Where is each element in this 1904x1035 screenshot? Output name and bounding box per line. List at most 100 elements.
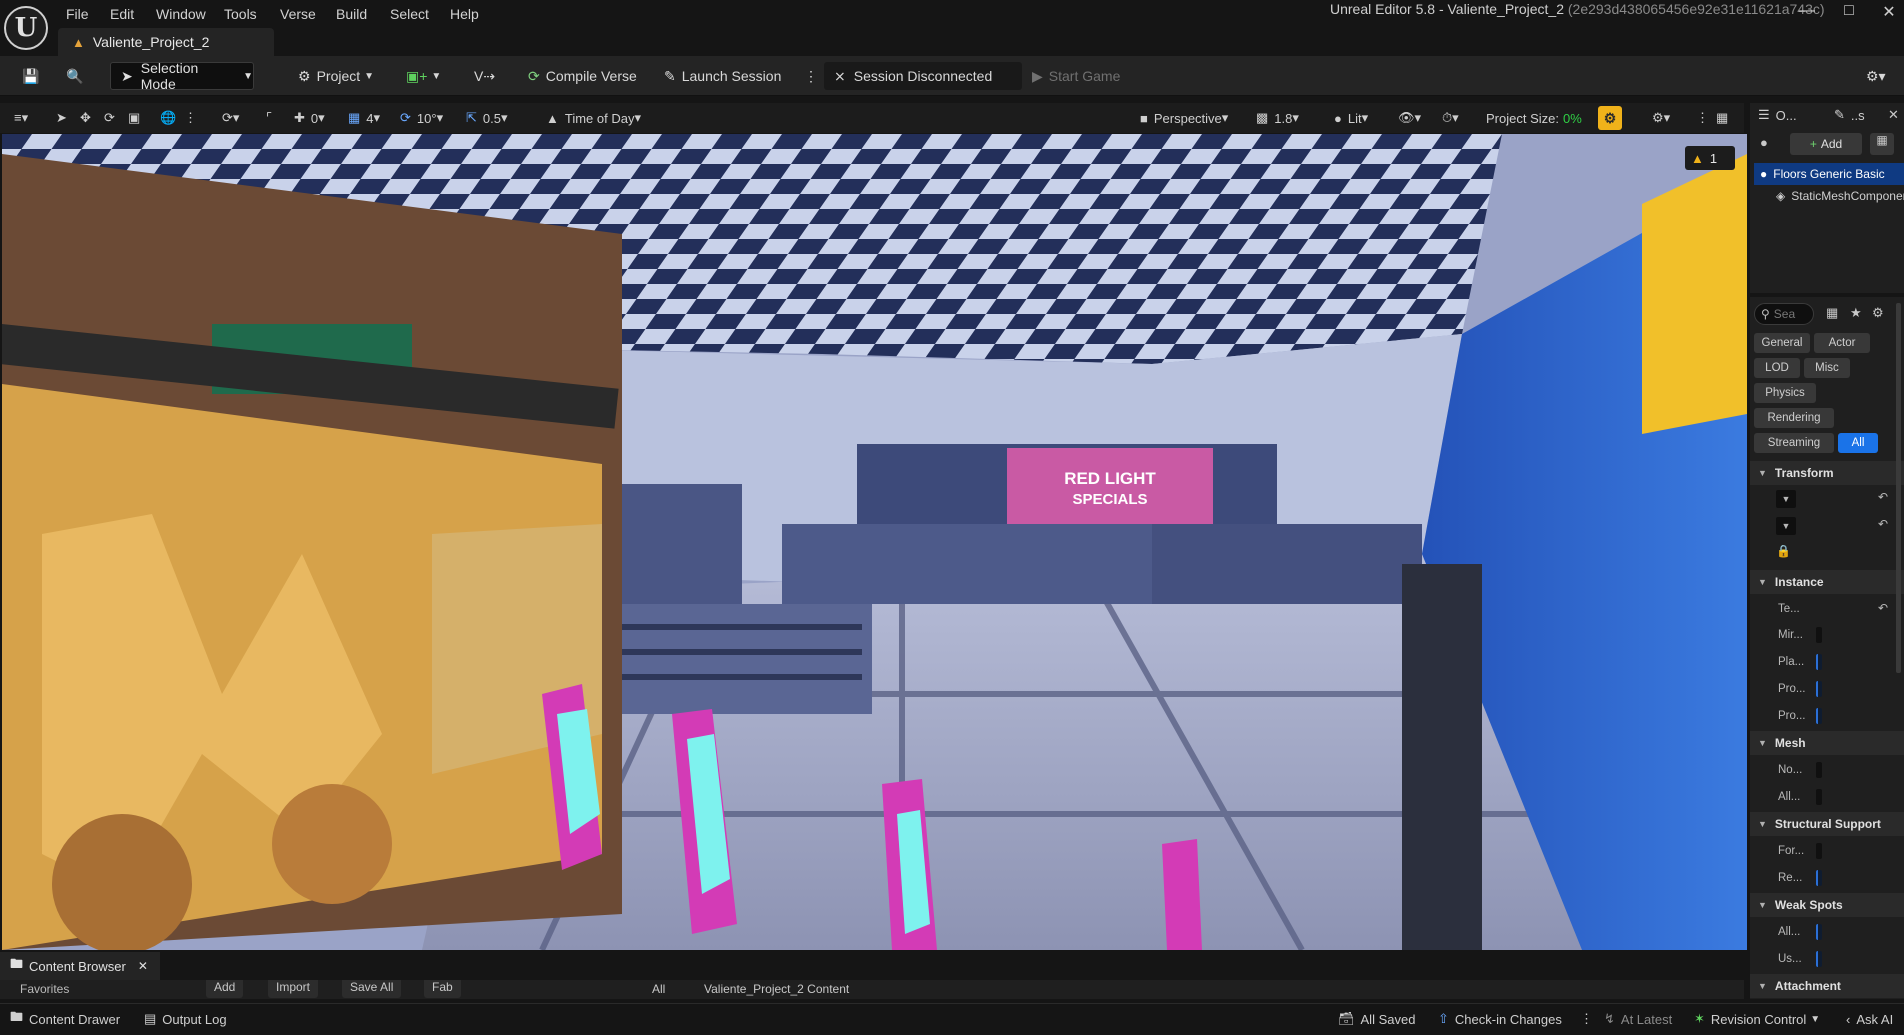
reset-icon[interactable]: ↶: [1878, 601, 1888, 615]
unreal-logo-icon[interactable]: U: [4, 6, 48, 50]
at-latest-indicator[interactable]: ↯ At Latest: [1604, 1009, 1672, 1029]
close-window-icon[interactable]: ✕: [1874, 2, 1904, 24]
align-icon[interactable]: ⌜: [266, 107, 272, 129]
cb-fab-button[interactable]: Fab: [424, 980, 461, 998]
outliner-item-selected[interactable]: ● Floors Generic Basic: [1754, 163, 1904, 185]
translate-snap-dropdown[interactable]: ✚ 0 ▾: [294, 107, 325, 129]
checkbox[interactable]: [1816, 681, 1822, 697]
selection-mode-dropdown[interactable]: ➤ Selection Mode ▼: [110, 60, 254, 92]
structural-row[interactable]: Re...: [1750, 865, 1904, 891]
path-root[interactable]: All: [652, 982, 665, 996]
close-icon[interactable]: ✕: [138, 959, 148, 973]
filter-rendering[interactable]: Rendering: [1754, 408, 1834, 428]
outliner-tab[interactable]: ☰ O...: [1758, 107, 1797, 123]
project-dropdown[interactable]: ⚙ Project ▼: [290, 62, 382, 90]
menu-help[interactable]: Help: [446, 4, 483, 24]
value-field[interactable]: [1816, 789, 1822, 805]
ask-ai-button[interactable]: ‹ Ask AI: [1846, 1009, 1893, 1029]
instance-row[interactable]: Pro...: [1750, 703, 1904, 729]
structural-row[interactable]: For...: [1750, 838, 1904, 864]
weak-spots-row[interactable]: Us...: [1750, 946, 1904, 972]
star-icon[interactable]: ★: [1850, 305, 1862, 321]
verse-icon[interactable]: V⇢: [466, 62, 503, 90]
menu-edit[interactable]: Edit: [106, 4, 138, 24]
scale-tool-icon[interactable]: ▣: [128, 107, 140, 129]
more-icon[interactable]: ⋮: [1580, 1009, 1593, 1029]
filter-lod[interactable]: LOD: [1754, 358, 1800, 378]
revision-control-dropdown[interactable]: ✶ Revision Control ▼: [1694, 1009, 1820, 1029]
mesh-row[interactable]: All...: [1750, 784, 1904, 810]
view-mode-dropdown[interactable]: ● Lit ▾: [1334, 107, 1368, 129]
cb-add-button[interactable]: Add: [206, 980, 244, 998]
filter-streaming[interactable]: Streaming: [1754, 433, 1834, 453]
instance-row[interactable]: Mir...: [1750, 622, 1904, 648]
show-flags-dropdown[interactable]: 👁 ▾: [1398, 107, 1421, 129]
value-field[interactable]: [1816, 762, 1822, 778]
viewport-warning-badge[interactable]: ▲ 1: [1685, 146, 1735, 170]
viewport-options-icon[interactable]: ⋮: [1696, 107, 1709, 129]
section-instance[interactable]: ▼ Instance: [1750, 570, 1904, 594]
rotate-snap-dropdown[interactable]: ⟳ 10° ▾: [400, 107, 443, 129]
filter-all[interactable]: All: [1838, 433, 1878, 453]
weak-spots-row[interactable]: All...: [1750, 919, 1904, 945]
path-project[interactable]: Valiente_Project_2 Content: [704, 982, 849, 996]
maximize-icon[interactable]: □: [1834, 2, 1864, 24]
chevron-down-icon[interactable]: ▼: [1776, 517, 1796, 535]
transform-location-row[interactable]: ▼ ↶: [1750, 487, 1904, 513]
value-field[interactable]: [1816, 843, 1822, 859]
reset-icon[interactable]: ↶: [1878, 490, 1888, 504]
performance-dropdown[interactable]: ⏱ ▾: [1442, 107, 1459, 129]
compile-verse-button[interactable]: ⟳ Compile Verse: [520, 62, 645, 90]
filter-actor[interactable]: Actor: [1814, 333, 1870, 353]
camera-speed-dropdown[interactable]: ▩ 1.8 ▾: [1256, 107, 1299, 129]
section-attachment[interactable]: ▼ Attachment: [1750, 974, 1904, 998]
menu-tools[interactable]: Tools: [220, 4, 261, 24]
details-scrollbar[interactable]: [1896, 303, 1901, 673]
tree-options-icon[interactable]: ▦: [1870, 133, 1894, 155]
lock-icon[interactable]: 🔒: [1776, 544, 1791, 558]
favorites-label[interactable]: Favorites: [20, 982, 69, 996]
viewport-settings-icon[interactable]: ⚙▾: [1652, 107, 1670, 129]
outliner-item[interactable]: ◈ StaticMeshComponent: [1776, 185, 1904, 207]
menu-select[interactable]: Select: [386, 4, 433, 24]
actor-filter-icon[interactable]: ●: [1760, 135, 1768, 150]
section-structural-support[interactable]: ▼ Structural Support: [1750, 812, 1904, 836]
surface-snap-icon[interactable]: ⟳▾: [222, 107, 239, 129]
table-view-icon[interactable]: ▦: [1826, 305, 1838, 321]
check-in-button[interactable]: ⇧ Check-in Changes: [1438, 1009, 1562, 1029]
cb-import-button[interactable]: Import: [268, 980, 319, 998]
section-weak-spots[interactable]: ▼ Weak Spots: [1750, 893, 1904, 917]
mesh-row[interactable]: No...: [1750, 757, 1904, 783]
menu-file[interactable]: File: [62, 4, 93, 24]
perspective-dropdown[interactable]: ■ Perspective ▾: [1140, 107, 1228, 129]
all-saved-indicator[interactable]: 🗃 All Saved: [1338, 1009, 1415, 1029]
time-of-day-dropdown[interactable]: ▲ Time of Day ▾: [546, 107, 641, 129]
details-tab[interactable]: ✎ ..s: [1834, 107, 1865, 123]
world-space-icon[interactable]: 🌐: [160, 107, 176, 129]
output-log-button[interactable]: ▤ Output Log: [144, 1009, 227, 1029]
instance-row[interactable]: Te... ↶: [1750, 596, 1904, 622]
section-transform[interactable]: ▼ Transform: [1750, 461, 1904, 485]
launch-session-button[interactable]: ✎ Launch Session: [656, 62, 789, 90]
realtime-toggle-icon[interactable]: ⚙: [1598, 106, 1622, 130]
menu-verse[interactable]: Verse: [276, 4, 320, 24]
browse-icon[interactable]: 🔍: [58, 62, 91, 90]
scale-snap-dropdown[interactable]: ⇱ 0.5 ▾: [466, 107, 508, 129]
reset-icon[interactable]: ↶: [1878, 517, 1888, 531]
checkbox[interactable]: [1816, 870, 1822, 886]
start-game-button[interactable]: ▶ Start Game: [1024, 62, 1128, 90]
save-icon[interactable]: 💾: [14, 62, 47, 90]
close-icon[interactable]: ✕: [1888, 107, 1899, 123]
layout-icon[interactable]: ▦: [1716, 107, 1728, 129]
transform-scale-row[interactable]: 🔒: [1750, 541, 1904, 567]
filter-physics[interactable]: Physics: [1754, 383, 1816, 403]
chevron-down-icon[interactable]: ▼: [1776, 490, 1796, 508]
select-tool-icon[interactable]: ➤: [56, 107, 67, 129]
checkbox[interactable]: [1816, 708, 1822, 724]
add-button[interactable]: + Add: [1790, 133, 1862, 155]
value-field[interactable]: [1816, 627, 1822, 643]
content-browser-tab[interactable]: 🖿 Content Browser ✕: [0, 952, 160, 980]
add-actor-dropdown[interactable]: ▣+ ▼: [398, 62, 449, 90]
filter-general[interactable]: General: [1754, 333, 1810, 353]
level-viewport[interactable]: RED LIGHT SPECIALS: [2, 134, 1747, 950]
